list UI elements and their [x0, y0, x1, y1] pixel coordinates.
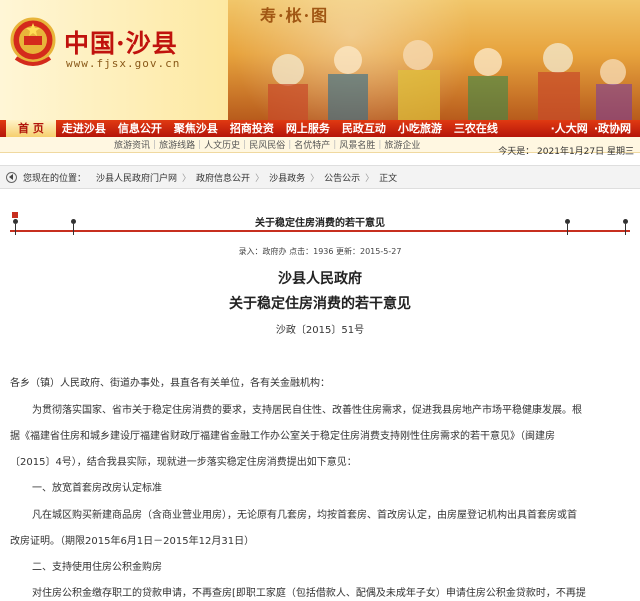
paragraph: 为贯彻落实国家、省市关于稳定住房消费的要求，支持居民自住性、改善性住房需求，促进… — [32, 405, 582, 416]
breadcrumb-arrow-icon: 〉 — [365, 173, 375, 184]
nav-item-focus[interactable]: 聚焦沙县 — [168, 120, 224, 137]
paragraph: 各乡（镇）人民政府、街道办事处，县直各有关单位，各有关金融机构： — [10, 378, 330, 389]
breadcrumb-item-current: 正文 — [379, 173, 398, 184]
main-nav: 首 页 走进沙县 信息公开 聚焦沙县 招商投资 网上服务 民政互动 小吃旅游 三… — [0, 120, 640, 137]
nav-item-info[interactable]: 信息公开 — [112, 120, 168, 137]
article-header-title: 关于稳定住房消费的若干意见 — [255, 217, 385, 229]
pin-left-icon — [12, 219, 18, 237]
nav-extra-links: ·人大网 ·政协网 — [548, 120, 640, 137]
article-header-bar: 关于稳定住房消费的若干意见 — [10, 212, 630, 232]
breadcrumb-arrow-icon: 〉 — [255, 173, 265, 184]
breadcrumb-prefix: 您现在的位置： — [23, 173, 87, 184]
section-heading: 二、支持使用住房公积金购房 — [32, 562, 162, 573]
breadcrumb-item-portal[interactable]: 沙县人民政府门户网 — [96, 171, 177, 184]
pin-right-icon — [564, 219, 570, 237]
document-org: 沙县人民政府 — [278, 271, 362, 287]
national-emblem-icon — [10, 17, 56, 66]
mural-caption: 寿·枨·图 — [260, 6, 330, 25]
article-meta: 录入：政府办 点击：1936 更新：2015-5-27 — [238, 247, 402, 256]
breadcrumb-item-notice[interactable]: 公告公示 — [324, 171, 360, 184]
nav-item-agri[interactable]: 三农在线 — [448, 120, 504, 137]
paragraph: 凡在城区购买新建商品房（含商业营业用房），无论原有几套房，均按首套房、首改房认定… — [32, 510, 577, 521]
pin-right-icon — [622, 219, 628, 237]
site-header: 中国·沙县 www.fjsx.gov.cn 寿·枨·图 — [0, 0, 640, 120]
nav-item-npc[interactable]: ·人大网 — [548, 120, 591, 137]
breadcrumb-arrow-icon: 〉 — [182, 173, 192, 184]
nav-item-invest[interactable]: 招商投资 — [224, 120, 280, 137]
back-arrow-icon[interactable] — [6, 171, 17, 183]
breadcrumb-item-affairs[interactable]: 沙县政务 — [269, 171, 305, 184]
site-url: www.fjsx.gov.cn — [66, 57, 181, 70]
nav-item-home[interactable]: 首 页 — [6, 120, 56, 137]
document-number: 沙政〔2015〕51号 — [275, 325, 365, 336]
breadcrumb: 您现在的位置： 沙县人民政府门户网 〉 政府信息公开 〉 沙县政务 〉 公告公示… — [0, 165, 640, 189]
paragraph: 〔2015〕4号），结合我县实际，现就进一步落实稳定住房消费提出如下意见： — [10, 457, 357, 468]
nav-item-service[interactable]: 网上服务 — [280, 120, 336, 137]
site-title[interactable]: 中国·沙县 — [64, 24, 178, 60]
breadcrumb-arrow-icon: 〉 — [310, 173, 320, 184]
breadcrumb-item-info[interactable]: 政府信息公开 — [196, 171, 250, 184]
paragraph: 对住房公积金缴存职工的贷款申请，不再查房[即职工家庭（包括借款人、配偶及未成年子… — [32, 588, 586, 599]
paragraph: 改房证明。（期限2015年6月1日－2015年12月31日） — [10, 536, 255, 547]
nav-item-interact[interactable]: 民政互动 — [336, 120, 392, 137]
document-title: 关于稳定住房消费的若干意见 — [229, 296, 411, 312]
current-date: 今天是： 2021年1月27日 星期三 — [498, 147, 634, 157]
pin-left-icon — [70, 219, 76, 237]
nav-item-tourism[interactable]: 小吃旅游 — [392, 120, 448, 137]
nav-item-cppcc[interactable]: ·政协网 — [591, 120, 634, 137]
paragraph: 据《福建省住房和城乡建设厅福建省财政厅福建省金融工作办公室关于稳定住房消费支持刚… — [10, 431, 555, 442]
section-heading: 一、放宽首套房改房认定标准 — [32, 483, 162, 494]
header-marker — [12, 212, 18, 218]
nav-item-about[interactable]: 走进沙县 — [56, 120, 112, 137]
